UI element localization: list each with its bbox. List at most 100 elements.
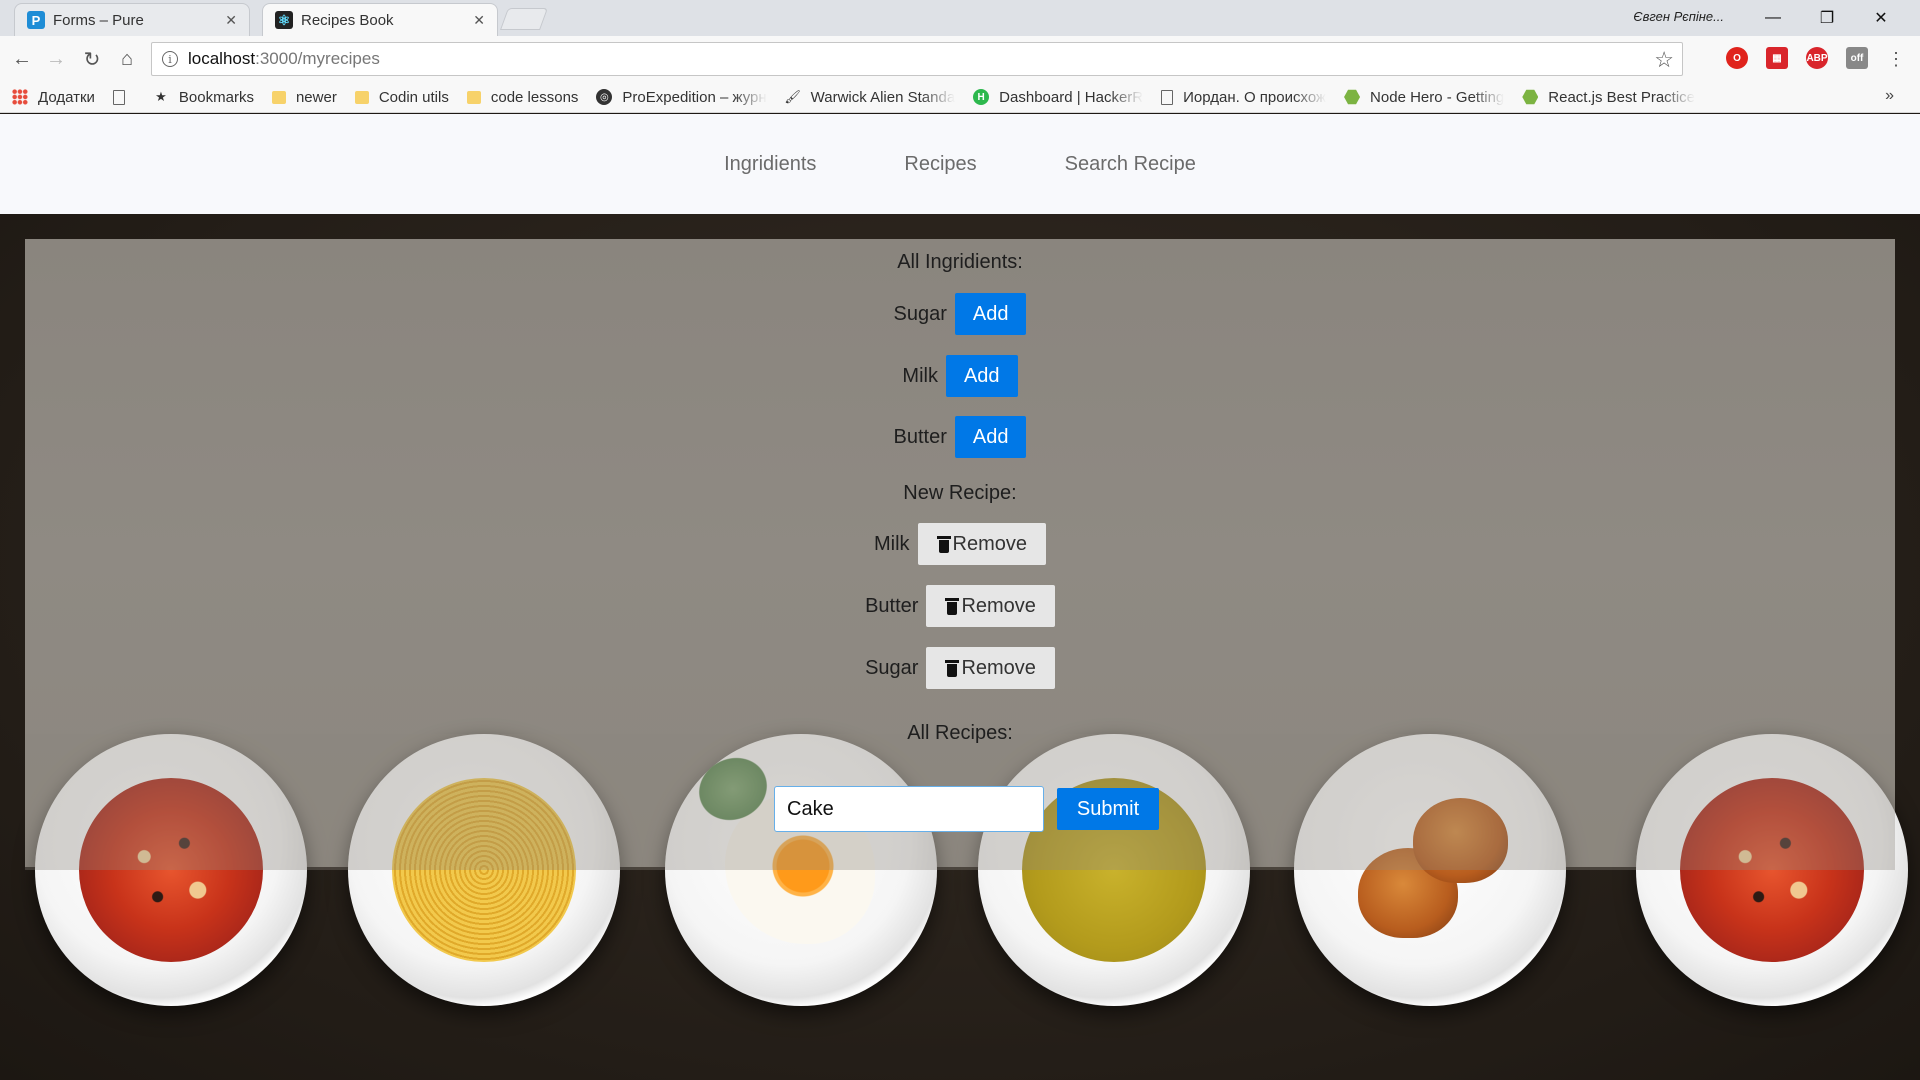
minimize-icon[interactable]: — xyxy=(1750,4,1796,32)
remove-button[interactable]: Remove xyxy=(917,523,1047,565)
nav-ingridients[interactable]: Ingridients xyxy=(724,153,816,176)
bookmark-label: Додатки xyxy=(38,88,95,106)
adblock-icon[interactable]: ABP xyxy=(1806,47,1828,69)
bookmark-newer[interactable]: newer xyxy=(271,89,337,106)
restore-icon[interactable]: ❐ xyxy=(1804,4,1850,32)
bookmark-label: Иордан. О происхож xyxy=(1183,88,1327,106)
folder-icon xyxy=(466,90,481,104)
section-heading: New Recipe: xyxy=(903,481,1017,504)
trash-icon xyxy=(945,597,960,615)
submit-button[interactable]: Submit xyxy=(1057,788,1159,830)
tab-forms-pure[interactable]: P Forms – Pure ✕ xyxy=(14,3,250,36)
new-recipe-row: Butter Remove xyxy=(25,585,1895,627)
new-recipe-row: Sugar Remove xyxy=(25,647,1895,689)
react-favicon-icon: ⚛ xyxy=(275,11,293,29)
bookmark-label: Dashboard | HackerR xyxy=(999,88,1144,106)
recipe-ingredient-name: Milk xyxy=(873,532,910,555)
back-icon[interactable]: ← xyxy=(8,45,36,73)
reload-icon[interactable]: ↻ xyxy=(78,45,106,73)
bookmarks-bar: Додатки ★ Bookmarks newer Codin utils cod… xyxy=(0,82,1920,113)
bookmark-label: React.js Best Practice xyxy=(1548,88,1695,106)
bookmark-code-lessons[interactable]: code lessons xyxy=(466,88,579,106)
browser-tab-strip: P Forms – Pure ✕ ⚛ Recipes Book ✕ Євген … xyxy=(0,0,1920,36)
bookmark-hackerrank[interactable]: H Dashboard | HackerR xyxy=(973,89,1143,106)
close-window-icon[interactable]: ✕ xyxy=(1858,4,1904,32)
hackerrank-icon: H xyxy=(973,89,990,105)
bookmark-bookmarks[interactable]: ★ Bookmarks xyxy=(153,89,254,106)
ingredient-name: Milk xyxy=(902,364,938,387)
add-button[interactable]: Add xyxy=(945,355,1018,397)
recipes-content: All Ingridients: Sugar Add Milk Add Butt… xyxy=(25,239,1895,867)
proexpedition-icon: ◎ xyxy=(596,89,613,105)
star-icon: ★ xyxy=(155,89,167,104)
app-nav: Ingridients Recipes Search Recipe xyxy=(0,114,1920,214)
close-icon[interactable]: ✕ xyxy=(225,12,237,29)
new-tab-button[interactable] xyxy=(499,8,549,30)
profile-name[interactable]: Євген Рєпіне... xyxy=(1633,9,1724,24)
ingredient-name: Sugar xyxy=(893,302,947,325)
bookmark-node-hero[interactable]: Node Hero - Getting xyxy=(1344,89,1504,106)
remove-button[interactable]: Remove xyxy=(926,647,1055,689)
all-recipes-heading: All Recipes: xyxy=(25,718,1895,748)
bookmark-codin-utils[interactable]: Codin utils xyxy=(354,88,449,106)
bookmark-label: Codin utils xyxy=(378,88,449,106)
ingridients-heading: All Ingridients: xyxy=(25,247,1895,277)
add-button[interactable]: Add xyxy=(954,293,1027,335)
forward-icon[interactable]: → xyxy=(42,45,70,73)
nodejs-icon xyxy=(1344,89,1361,105)
tab-title: Recipes Book xyxy=(301,11,394,29)
bookmark-page[interactable] xyxy=(112,89,135,105)
remove-label: Remove xyxy=(961,656,1036,679)
brush-icon: 🖌 xyxy=(784,89,801,104)
bookmark-iordan[interactable]: Иордан. О происхож xyxy=(1161,89,1326,106)
bookmark-react-best-practices[interactable]: React.js Best Practice xyxy=(1522,89,1695,106)
pure-favicon-icon: P xyxy=(27,11,45,29)
recipe-name-input[interactable] xyxy=(774,786,1044,832)
nav-search-recipe[interactable]: Search Recipe xyxy=(1065,153,1196,176)
remove-button[interactable]: Remove xyxy=(926,585,1055,627)
opera-icon[interactable]: O xyxy=(1726,47,1748,69)
address-bar[interactable]: i localhost:3000/myrecipes ☆ xyxy=(151,42,1683,76)
apps-grid-icon xyxy=(12,89,28,105)
menu-kebab-icon[interactable]: ⋮ xyxy=(1882,45,1910,73)
new-recipe-row: Milk Remove xyxy=(25,523,1895,565)
bookmark-star-icon[interactable]: ☆ xyxy=(1654,47,1674,73)
browser-toolbar: ← → ↻ ⌂ i localhost:3000/myrecipes ☆ O ▦… xyxy=(0,36,1920,82)
bookmark-label: Node Hero - Getting xyxy=(1370,88,1505,106)
page-icon xyxy=(1161,89,1174,105)
pocket-icon[interactable]: ▦ xyxy=(1766,47,1788,69)
remove-label: Remove xyxy=(961,594,1036,617)
off-extension-icon[interactable]: off xyxy=(1846,47,1868,69)
bookmark-label: Warwick Alien Standa xyxy=(810,88,956,106)
recipe-ingredient-name: Sugar xyxy=(865,656,919,679)
bookmark-proexpedition[interactable]: ◎ ProExpedition – журн xyxy=(596,89,767,106)
page-background: All Ingridients: Sugar Add Milk Add Butt… xyxy=(0,214,1920,1080)
nodejs-icon xyxy=(1522,89,1539,105)
folder-icon xyxy=(354,90,369,104)
tab-recipes-book[interactable]: ⚛ Recipes Book ✕ xyxy=(262,3,498,36)
ingredient-row: Butter Add xyxy=(25,416,1895,458)
close-icon[interactable]: ✕ xyxy=(473,12,485,29)
section-heading: All Ingridients: xyxy=(897,250,1023,273)
section-heading: All Recipes: xyxy=(907,721,1013,744)
page-icon xyxy=(112,89,125,105)
new-recipe-heading: New Recipe: xyxy=(25,478,1895,508)
url-host: localhost xyxy=(188,49,256,68)
ingredient-row: Sugar Add xyxy=(25,293,1895,335)
ingredient-name: Butter xyxy=(893,425,947,448)
info-icon[interactable]: i xyxy=(162,51,178,67)
url-path: :3000/myrecipes xyxy=(255,49,380,68)
bookmark-warwick[interactable]: 🖌 Warwick Alien Standa xyxy=(785,89,956,106)
add-button[interactable]: Add xyxy=(954,416,1027,458)
recipe-ingredient-name: Butter xyxy=(865,594,919,617)
tab-title: Forms – Pure xyxy=(53,11,144,29)
chevron-more-icon[interactable]: » xyxy=(1885,87,1894,105)
ingredient-row: Milk Add xyxy=(25,355,1895,397)
bookmark-label: Bookmarks xyxy=(178,88,254,106)
folder-icon xyxy=(271,90,286,104)
bookmark-label: code lessons xyxy=(490,88,579,106)
bookmark-apps[interactable]: Додатки xyxy=(12,89,95,106)
remove-label: Remove xyxy=(952,532,1028,555)
home-icon[interactable]: ⌂ xyxy=(113,45,141,73)
nav-recipes[interactable]: Recipes xyxy=(904,153,976,176)
